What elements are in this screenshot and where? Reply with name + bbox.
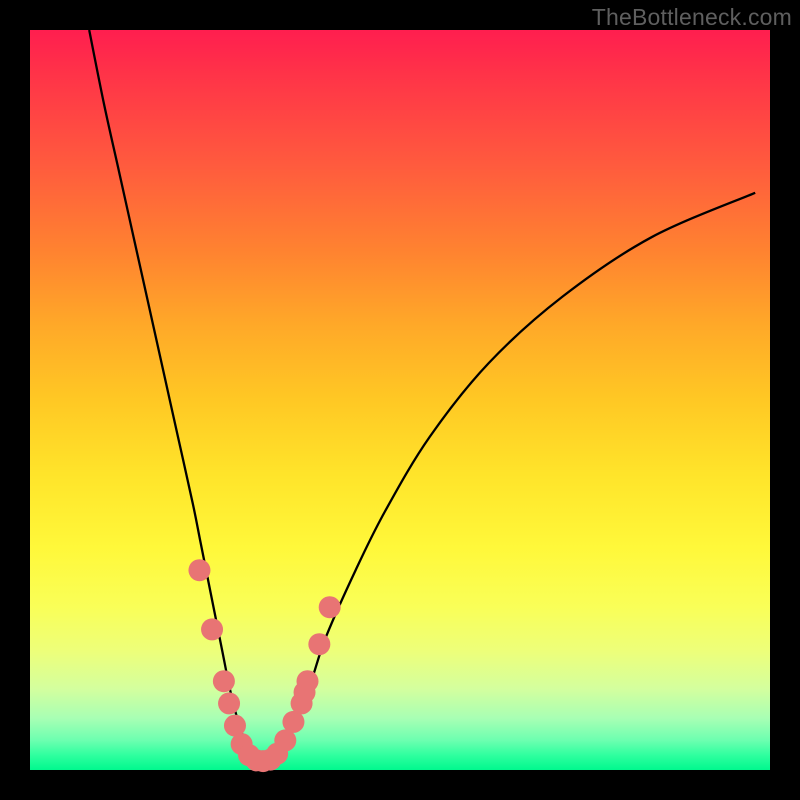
highlight-dot <box>188 559 210 581</box>
highlight-dot <box>319 596 341 618</box>
highlight-dot <box>297 670 319 692</box>
watermark-text: TheBottleneck.com <box>592 4 792 31</box>
highlight-dot <box>201 618 223 640</box>
highlight-dot <box>308 633 330 655</box>
bottleneck-curve <box>89 30 755 764</box>
chart-svg <box>30 30 770 770</box>
highlight-dot <box>218 692 240 714</box>
highlight-dot <box>213 670 235 692</box>
chart-container: TheBottleneck.com <box>0 0 800 800</box>
plot-area <box>30 30 770 770</box>
